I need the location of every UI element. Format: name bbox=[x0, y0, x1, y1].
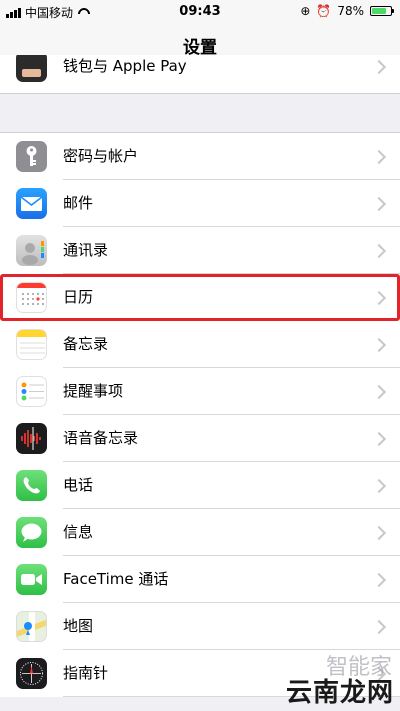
compass-icon bbox=[16, 658, 47, 689]
alarm-icon: ⏰ bbox=[316, 4, 332, 18]
chevron-right-icon bbox=[371, 290, 387, 306]
settings-row-wallet[interactable]: 钱包与 Apple Pay bbox=[0, 55, 400, 90]
settings-row-mail[interactable]: 邮件 bbox=[0, 180, 400, 227]
chevron-right-icon bbox=[371, 59, 387, 75]
messages-icon bbox=[16, 517, 47, 548]
chevron-right-icon bbox=[371, 149, 387, 165]
row-label: 电话 bbox=[63, 476, 94, 494]
chevron-right-icon bbox=[371, 572, 387, 588]
settings-row-maps[interactable]: 地图 bbox=[0, 603, 400, 650]
notes-icon bbox=[16, 329, 47, 360]
row-label: 日历 bbox=[63, 288, 94, 306]
settings-row-phone[interactable]: 电话 bbox=[0, 462, 400, 509]
row-label: 地图 bbox=[63, 617, 94, 635]
row-label: 语音备忘录 bbox=[63, 429, 139, 447]
row-label: 密码与帐户 bbox=[63, 147, 139, 165]
chevron-right-icon bbox=[371, 337, 387, 353]
contacts-icon bbox=[16, 235, 47, 266]
settings-row-reminders[interactable]: 提醒事项 bbox=[0, 368, 400, 415]
settings-list: 密码与帐户 邮件 通讯录 日历 备忘录 提醒事项 语音备忘录 电话 信息 Fac… bbox=[0, 132, 400, 697]
row-label: 信息 bbox=[63, 523, 94, 541]
battery-icon bbox=[370, 6, 394, 16]
chevron-right-icon bbox=[371, 243, 387, 259]
voice-memos-icon bbox=[16, 423, 47, 454]
row-label: 提醒事项 bbox=[63, 382, 124, 400]
chevron-right-icon bbox=[371, 196, 387, 212]
settings-row-notes[interactable]: 备忘录 bbox=[0, 321, 400, 368]
mail-icon bbox=[16, 188, 47, 219]
orientation-lock-icon: ⊕ bbox=[300, 4, 311, 18]
reminders-icon bbox=[16, 376, 47, 407]
key-icon bbox=[16, 141, 47, 172]
chevron-right-icon bbox=[371, 384, 387, 400]
facetime-icon bbox=[16, 564, 47, 595]
chevron-right-icon bbox=[371, 525, 387, 541]
settings-row-calendar[interactable]: 日历 bbox=[0, 274, 400, 321]
status-bar: 中国移动 09:43 ⊕ ⏰ 78% bbox=[0, 0, 400, 24]
settings-row-passwords[interactable]: 密码与帐户 bbox=[0, 133, 400, 180]
wallet-group: 钱包与 Apple Pay bbox=[0, 55, 400, 94]
row-label: 钱包与 Apple Pay bbox=[63, 57, 187, 75]
chevron-right-icon bbox=[371, 431, 387, 447]
watermark: 云南龙网 bbox=[285, 678, 394, 708]
wallet-icon bbox=[16, 55, 47, 82]
row-label: 通讯录 bbox=[63, 241, 109, 259]
battery-percent: 78% bbox=[337, 4, 364, 18]
settings-row-facetime[interactable]: FaceTime 通话 bbox=[0, 556, 400, 603]
phone-icon bbox=[16, 470, 47, 501]
maps-icon bbox=[16, 611, 47, 642]
row-label: FaceTime 通话 bbox=[63, 570, 169, 588]
page-title: 设置 bbox=[183, 37, 217, 58]
settings-row-contacts[interactable]: 通讯录 bbox=[0, 227, 400, 274]
row-label: 指南针 bbox=[63, 664, 109, 682]
settings-row-messages[interactable]: 信息 bbox=[0, 509, 400, 556]
row-label: 邮件 bbox=[63, 194, 94, 212]
chevron-right-icon bbox=[371, 478, 387, 494]
calendar-icon bbox=[16, 282, 47, 313]
settings-row-voice-memos[interactable]: 语音备忘录 bbox=[0, 415, 400, 462]
chevron-right-icon bbox=[371, 619, 387, 635]
row-label: 备忘录 bbox=[63, 335, 109, 353]
